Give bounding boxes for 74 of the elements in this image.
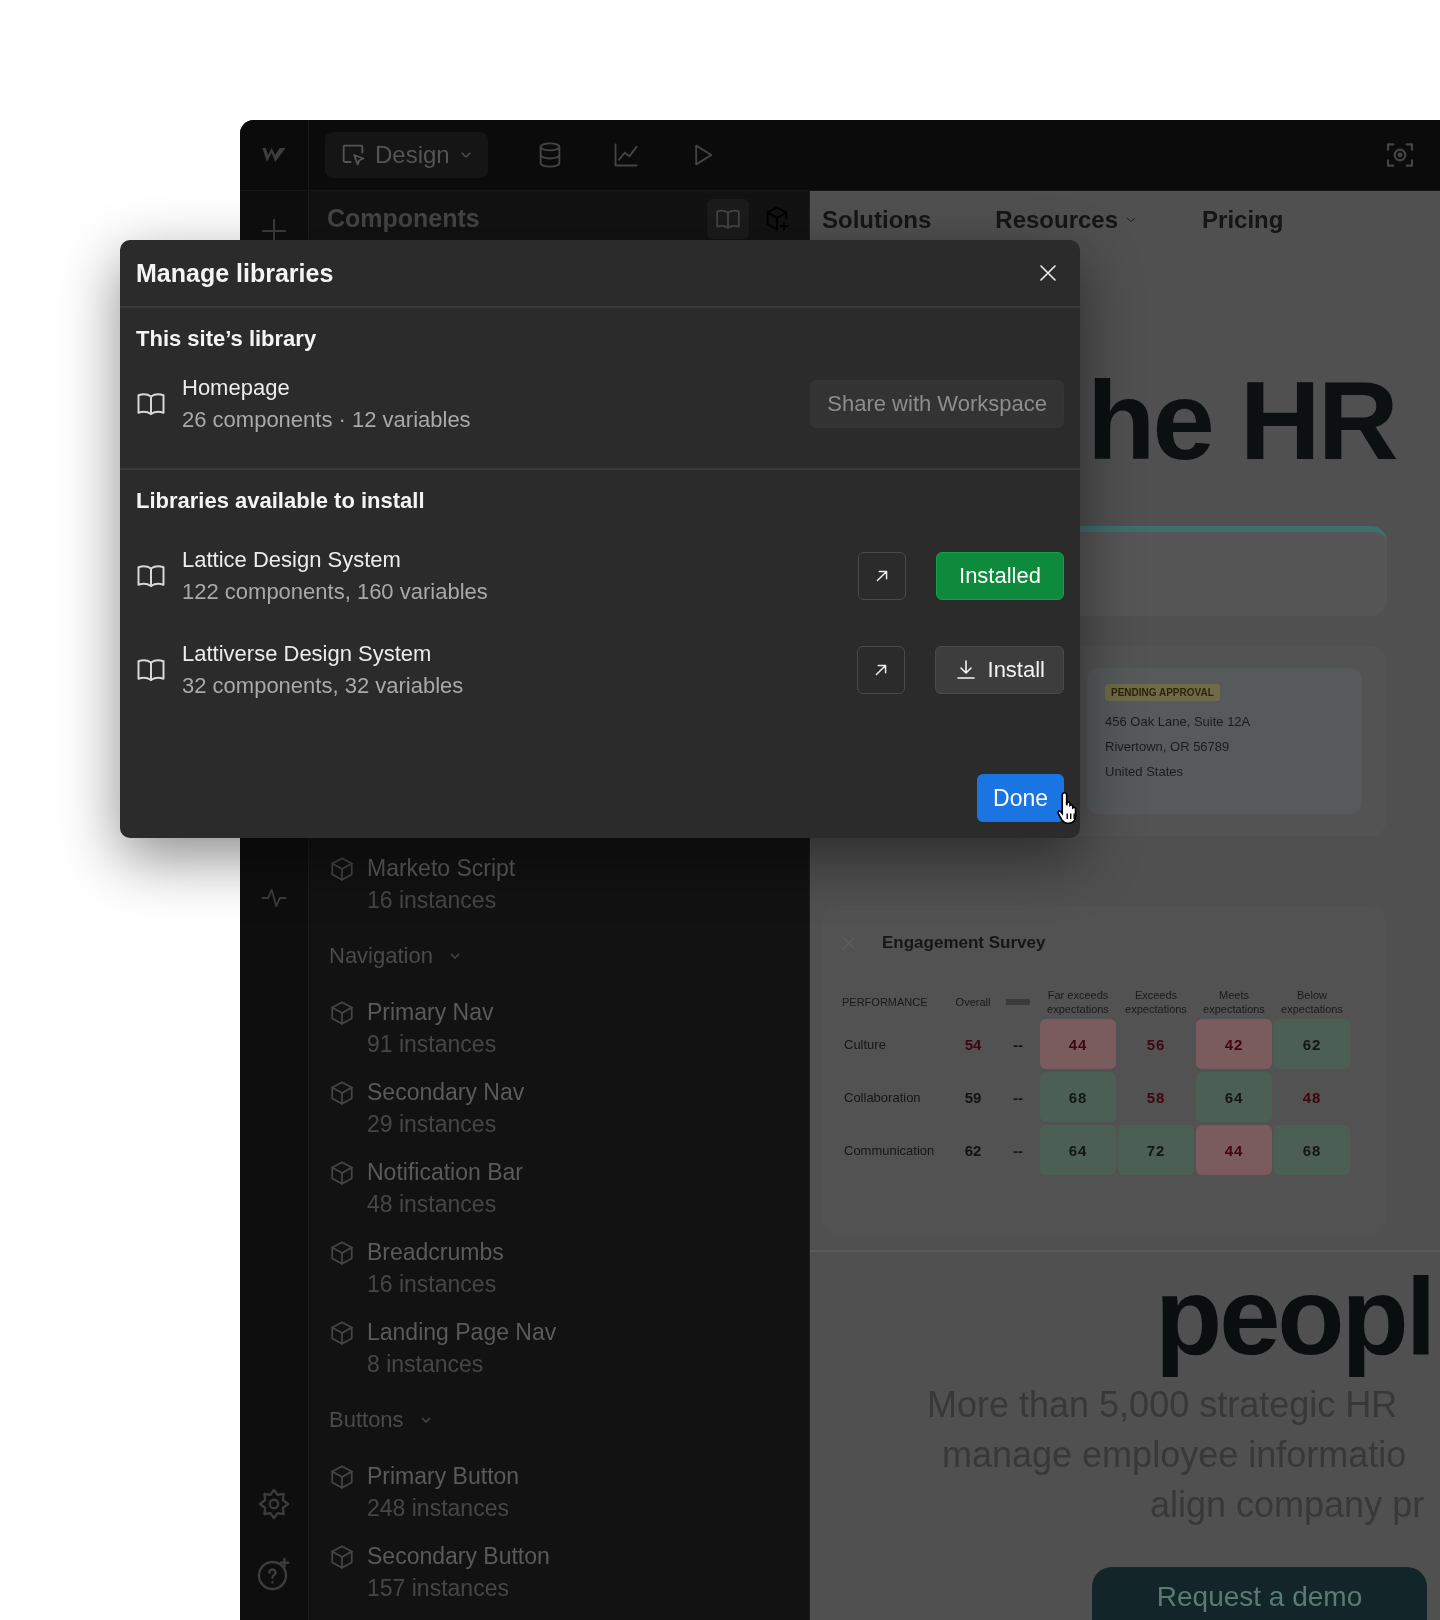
- nav-link[interactable]: Solutions: [822, 206, 932, 234]
- score-cell: 62: [1274, 1019, 1350, 1069]
- cube-icon: [329, 1240, 355, 1266]
- library-details: 32 components, 32 variables: [182, 672, 465, 700]
- cube-icon: [329, 1160, 355, 1186]
- headline: peopl: [1155, 1253, 1435, 1379]
- library-name: Lattiverse Design System: [182, 640, 433, 668]
- score-cell: 68: [1274, 1125, 1350, 1175]
- cube-icon: [329, 1080, 355, 1106]
- score-cell: 44: [1196, 1125, 1272, 1175]
- column-header: Far exceeds expectations: [1046, 988, 1110, 1016]
- score-cell: 44: [1040, 1019, 1116, 1069]
- component-name[interactable]: Notification Bar: [367, 1156, 523, 1188]
- score-cell: 64: [1040, 1125, 1116, 1175]
- column-header: Meets expectations: [1202, 988, 1266, 1016]
- score-cell-text: 56: [1145, 1034, 1167, 1055]
- section-heading: Libraries available to install: [136, 488, 426, 514]
- libraries-button[interactable]: [707, 198, 749, 239]
- column-header-bar: [1006, 999, 1030, 1005]
- address-line: 456 Oak Lane, Suite 12A: [1105, 713, 1252, 731]
- installed-button[interactable]: Installed: [936, 552, 1064, 600]
- library-name: Lattice Design System: [182, 546, 402, 574]
- component-name[interactable]: Secondary Nav: [367, 1076, 525, 1108]
- gear-icon[interactable]: [257, 1487, 291, 1521]
- survey-title: Engagement Survey: [882, 933, 1046, 953]
- library-name: Homepage: [182, 374, 291, 402]
- column-header: Below expectations: [1280, 988, 1344, 1016]
- cube-icon: [329, 856, 355, 882]
- score-cell-text: 58: [1145, 1087, 1167, 1108]
- help-icon[interactable]: [256, 1556, 292, 1592]
- score-cell-text: 48: [1301, 1087, 1323, 1108]
- score-cell: 72: [1118, 1125, 1194, 1175]
- score-cell: 68: [1040, 1072, 1116, 1122]
- score-cell: 42: [1196, 1019, 1272, 1069]
- overall-score: 62: [963, 1141, 983, 1159]
- library-details: 26 components · 12 variables: [182, 406, 472, 434]
- group-heading[interactable]: Buttons: [329, 1407, 404, 1433]
- component-name[interactable]: Primary Nav: [367, 996, 497, 1028]
- nav-link[interactable]: Pricing: [1202, 206, 1284, 234]
- group-heading[interactable]: Navigation: [329, 943, 433, 969]
- demo-button[interactable]: Request a demo: [1092, 1567, 1427, 1620]
- score-cell: 64: [1196, 1072, 1272, 1122]
- trend-value: --: [1012, 1035, 1024, 1053]
- done-button[interactable]: Done: [977, 774, 1064, 822]
- open-external-button[interactable]: [856, 646, 905, 694]
- cube-icon: [329, 1320, 355, 1346]
- install-button[interactable]: Install: [934, 646, 1064, 694]
- mode-dropdown[interactable]: Design: [325, 132, 488, 178]
- component-name[interactable]: Marketo Script: [367, 852, 516, 884]
- overall-score: 59: [963, 1088, 983, 1106]
- cube-icon: [329, 1000, 355, 1026]
- component-name[interactable]: Landing Page Nav: [367, 1316, 557, 1348]
- cube-icon: [329, 1544, 355, 1570]
- address-line: United States: [1105, 763, 1185, 781]
- trend-value: --: [1012, 1088, 1024, 1106]
- component-name[interactable]: Secondary Button: [367, 1540, 550, 1572]
- nav-link[interactable]: Resources: [995, 206, 1139, 234]
- overall-score: 54: [963, 1035, 983, 1053]
- trend-value: --: [1012, 1141, 1024, 1159]
- cube-icon: [329, 1464, 355, 1490]
- column-header: Exceeds expectations: [1124, 988, 1188, 1016]
- dialog-title: Manage libraries: [136, 258, 335, 288]
- status-badge: PENDING APPROVAL: [1105, 684, 1220, 701]
- section-heading: This site’s library: [136, 326, 318, 352]
- address-line: Rivertown, OR 56789: [1105, 738, 1231, 756]
- library-details: 122 components, 160 variables: [182, 578, 489, 606]
- row-label: Communication: [843, 1142, 936, 1158]
- component-name[interactable]: Primary Button: [367, 1460, 520, 1492]
- component-name[interactable]: Breadcrumbs: [367, 1236, 504, 1268]
- row-label: Collaboration: [843, 1089, 922, 1105]
- row-label: Culture: [843, 1036, 887, 1052]
- hero-heading: he HR: [1087, 371, 1397, 471]
- column-header: PERFORMANCE: [841, 996, 929, 1008]
- open-external-button[interactable]: [858, 552, 906, 600]
